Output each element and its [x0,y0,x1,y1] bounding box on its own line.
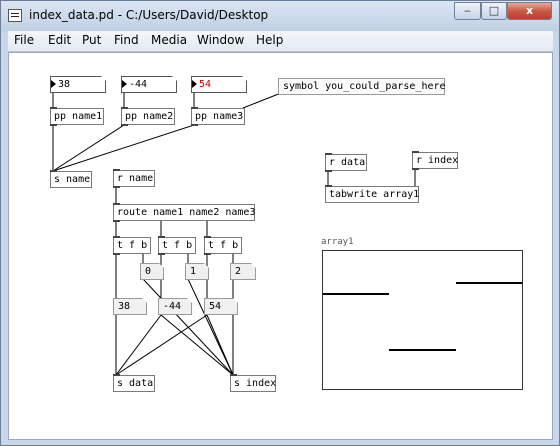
pp-name1-object[interactable]: pp name1 [50,107,104,126]
trigger-object-3[interactable]: t f b [204,236,242,255]
index-number-2[interactable]: 1 [185,263,209,280]
tabwrite-object[interactable]: tabwrite array1 [325,185,419,203]
symbol-atom-3[interactable]: 54 [191,76,247,93]
array-value-segment [455,281,522,284]
symbol-message-box[interactable]: symbol you_could_parse_here [278,78,446,95]
menu-file[interactable]: File [14,33,34,47]
menu-find[interactable]: Find [114,33,139,47]
r-index-object[interactable]: r index [412,151,458,170]
s-name-object[interactable]: s name [50,170,92,188]
symbol-atom-2[interactable]: -44 [121,76,177,93]
value-number-3[interactable]: 54 [204,298,238,315]
pd-window: index_data.pd - C:/Users/David/Desktop ‒… [0,0,560,446]
pp-name2-object[interactable]: pp name2 [121,107,175,126]
window-title: index_data.pd - C:/Users/David/Desktop [29,8,269,22]
s-data-object[interactable]: s data [113,374,155,392]
array-value-segment [323,292,390,295]
index-number-3[interactable]: 2 [230,263,256,280]
route-object[interactable]: route name1 name2 name3 [113,203,255,222]
trigger-object-1[interactable]: t f b [113,236,151,255]
menu-media[interactable]: Media [151,33,187,47]
menu-window[interactable]: Window [197,33,244,47]
r-data-object[interactable]: r data [325,153,367,172]
maximize-button[interactable]: □ [481,2,507,20]
array-graph[interactable] [322,250,523,390]
value-number-1[interactable]: 38 [113,298,147,315]
array-value-segment [389,349,456,352]
pp-name3-object[interactable]: pp name3 [191,107,245,126]
close-button[interactable]: x [507,2,552,20]
menu-help[interactable]: Help [256,33,283,47]
index-number-1[interactable]: 0 [140,263,164,280]
value-number-2[interactable]: -44 [158,298,192,315]
r-name-object[interactable]: r name [113,169,155,188]
menu-put[interactable]: Put [82,33,101,47]
s-index-object[interactable]: s index [230,374,276,392]
menu-edit[interactable]: Edit [48,33,71,47]
symbol-atom-1[interactable]: 38 [50,76,106,93]
patch-canvas[interactable]: 38 -44 54 symbol you_could_parse_here pp… [8,52,553,440]
trigger-object-2[interactable]: t f b [158,236,196,255]
minimize-button[interactable]: ‒ [454,2,481,20]
title-bar[interactable]: index_data.pd - C:/Users/David/Desktop ‒… [1,1,559,31]
pd-app-icon [8,9,22,22]
menu-bar: File Edit Put Find Media Window Help [8,31,553,52]
array-label: array1 [321,237,354,247]
